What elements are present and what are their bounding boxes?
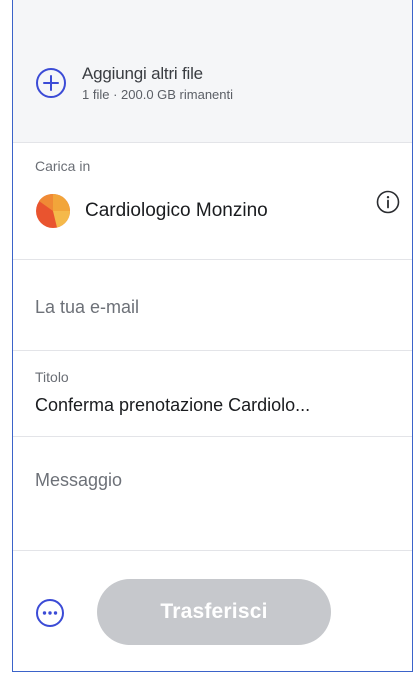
divider — [13, 142, 412, 143]
info-icon[interactable] — [376, 190, 400, 214]
destination-selector[interactable]: Cardiologico Monzino — [35, 193, 268, 229]
plus-circle-icon[interactable] — [35, 67, 67, 99]
divider — [13, 436, 412, 437]
message-field[interactable]: Messaggio — [35, 470, 122, 491]
email-field[interactable]: La tua e-mail — [35, 297, 139, 318]
destination-label: Carica in — [35, 158, 91, 174]
add-files-title: Aggiungi altri file — [82, 64, 203, 83]
storage-remaining: 1 file · 200.0 GB rimanenti — [82, 87, 234, 102]
more-options-icon[interactable] — [35, 598, 65, 628]
transfer-panel: Aggiungi altri file 1 file · 200.0 GB ri… — [12, 0, 413, 672]
title-label: Titolo — [35, 369, 69, 385]
add-files-button[interactable]: Aggiungi altri file 1 file · 200.0 GB ri… — [35, 64, 233, 102]
divider — [13, 350, 412, 351]
organization-logo — [36, 193, 70, 228]
add-files-text: Aggiungi altri file 1 file · 200.0 GB ri… — [82, 64, 233, 102]
transfer-button[interactable]: Trasferisci — [97, 579, 331, 645]
title-field[interactable]: Conferma prenotazione Cardiolo... — [35, 395, 310, 416]
divider — [13, 259, 412, 260]
destination-name: Cardiologico Monzino — [85, 200, 268, 221]
divider — [13, 550, 412, 551]
